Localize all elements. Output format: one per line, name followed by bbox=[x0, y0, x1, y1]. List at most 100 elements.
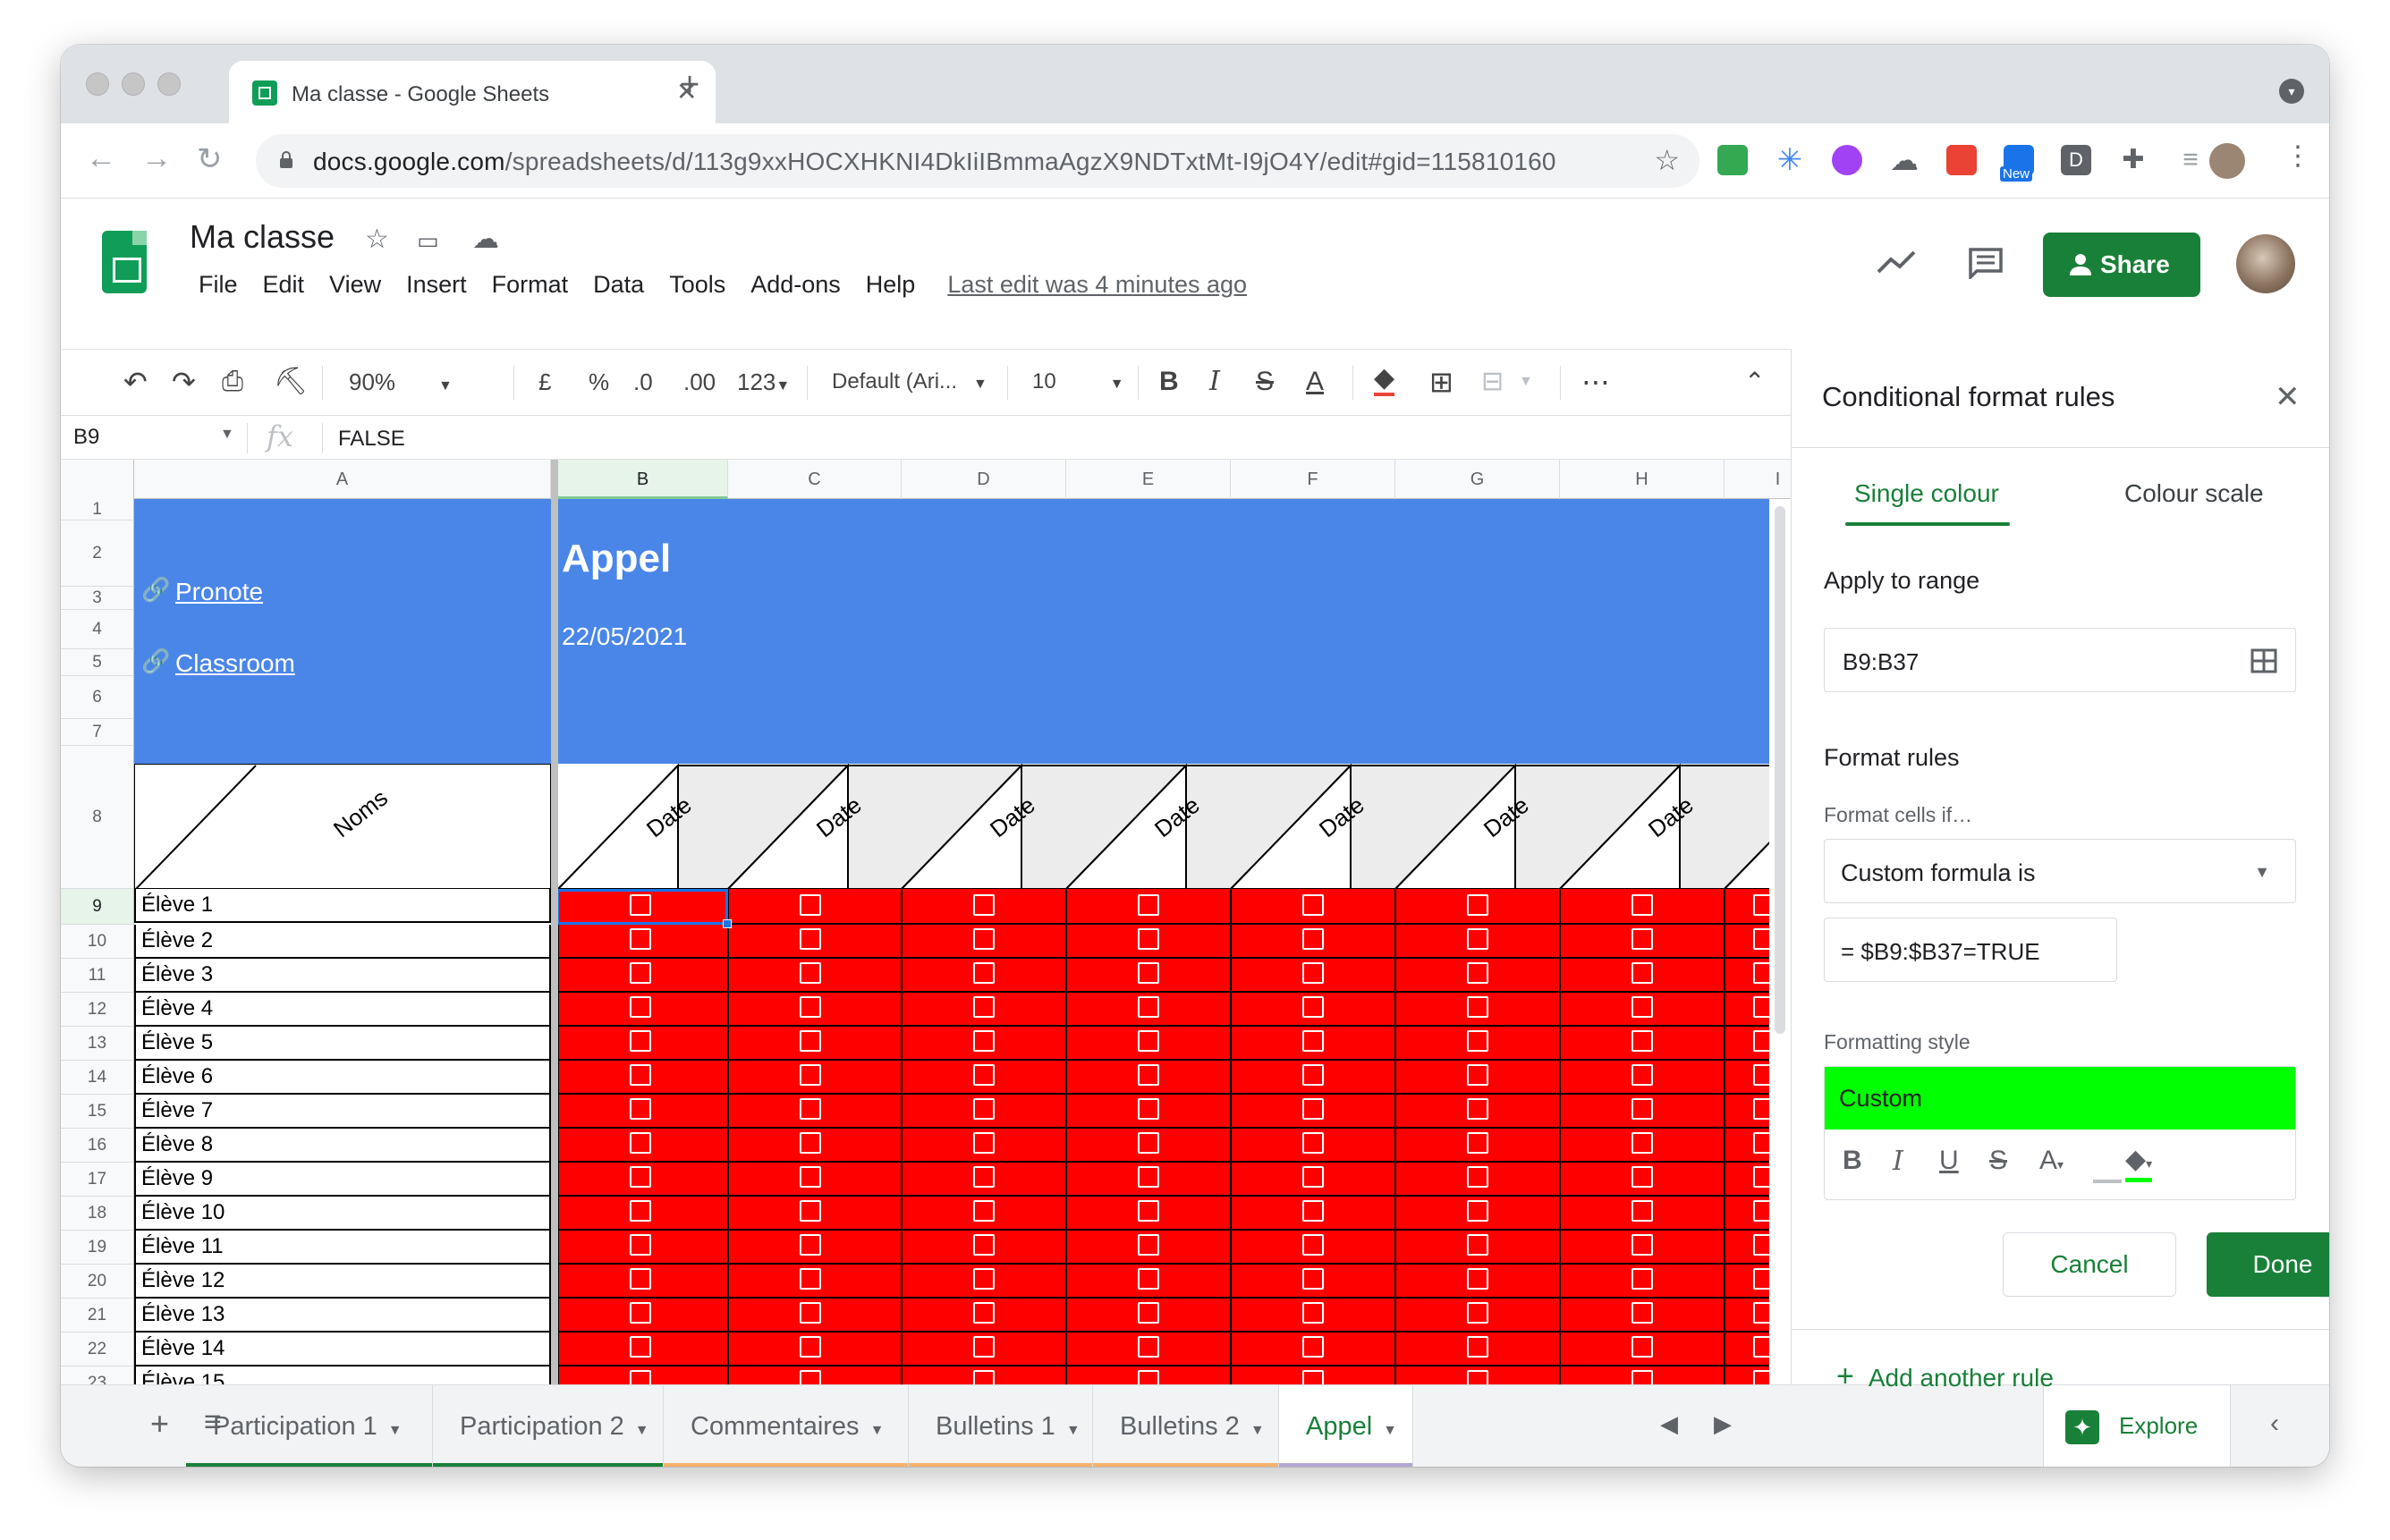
attendance-checkbox[interactable] bbox=[1138, 1064, 1159, 1086]
attendance-checkbox[interactable] bbox=[1467, 1336, 1488, 1358]
style-fill-color-icon[interactable]: ◆▾ bbox=[2125, 1146, 2153, 1182]
row-header[interactable]: 20 bbox=[61, 1265, 134, 1299]
row-header[interactable]: 22 bbox=[61, 1333, 134, 1367]
name-box-dropdown-icon[interactable]: ▼ bbox=[220, 427, 234, 443]
attendance-checkbox[interactable] bbox=[1302, 1098, 1324, 1120]
cancel-button[interactable]: Cancel bbox=[2003, 1232, 2176, 1297]
attendance-checkbox[interactable] bbox=[630, 1336, 651, 1358]
percent-format-button[interactable]: % bbox=[589, 364, 609, 400]
menu-data[interactable]: Data bbox=[581, 267, 657, 302]
attendance-checkbox[interactable] bbox=[1631, 962, 1653, 984]
attendance-range[interactable] bbox=[558, 889, 1791, 1418]
print-icon[interactable]: ⎙ bbox=[222, 364, 243, 400]
name-box[interactable]: B9 bbox=[73, 425, 99, 450]
menu-insert[interactable]: Insert bbox=[394, 267, 479, 302]
row-header[interactable]: 21 bbox=[61, 1299, 134, 1333]
activity-trend-icon[interactable] bbox=[1877, 249, 1918, 275]
column-header[interactable]: C bbox=[728, 460, 902, 499]
row-header[interactable]: 4 bbox=[61, 610, 134, 649]
formula-input[interactable]: FALSE bbox=[338, 427, 405, 452]
range-input[interactable]: B9:B37 bbox=[1824, 628, 2296, 692]
increase-decimal-button[interactable]: .00 bbox=[683, 364, 716, 400]
attendance-checkbox[interactable] bbox=[1467, 1302, 1488, 1324]
vertical-scrollbar-thumb[interactable] bbox=[1775, 506, 1785, 1034]
select-all-corner[interactable] bbox=[61, 460, 134, 499]
font-select[interactable]: Default (Ari... ▼ bbox=[832, 364, 987, 402]
d-extension-icon[interactable]: D bbox=[2061, 145, 2091, 175]
document-title[interactable]: Ma classe bbox=[190, 218, 335, 256]
row-header[interactable]: 10 bbox=[61, 925, 134, 959]
attendance-checkbox[interactable] bbox=[800, 1302, 821, 1324]
borders-icon[interactable]: ⊞ bbox=[1429, 364, 1453, 400]
close-window-button[interactable] bbox=[86, 72, 109, 96]
menu-help[interactable]: Help bbox=[853, 267, 928, 302]
attendance-checkbox[interactable] bbox=[1302, 1166, 1324, 1188]
profile-avatar[interactable] bbox=[2209, 143, 2245, 179]
student-name-cell[interactable]: Élève 4 bbox=[134, 993, 551, 1027]
redo-icon[interactable]: ↷ bbox=[172, 364, 196, 400]
attendance-checkbox[interactable] bbox=[973, 962, 995, 984]
attendance-checkbox[interactable] bbox=[973, 1132, 995, 1154]
attendance-checkbox[interactable] bbox=[1302, 928, 1324, 950]
attendance-checkbox[interactable] bbox=[1302, 1302, 1324, 1324]
attendance-checkbox[interactable] bbox=[630, 1200, 651, 1222]
row-header[interactable]: 3 bbox=[61, 587, 134, 610]
attendance-checkbox[interactable] bbox=[630, 1030, 651, 1052]
fill-handle[interactable] bbox=[723, 919, 732, 928]
attendance-checkbox[interactable] bbox=[1138, 928, 1159, 950]
classroom-extension-icon[interactable] bbox=[1717, 145, 1748, 175]
undo-icon[interactable]: ↶ bbox=[123, 364, 148, 400]
merge-cells-icon[interactable]: ⊟ bbox=[1481, 364, 1504, 400]
attendance-checkbox[interactable] bbox=[1138, 1200, 1159, 1222]
attendance-checkbox[interactable] bbox=[1302, 1064, 1324, 1086]
spreadsheet-grid[interactable]: ABCDEFGHI 🔗 Pronote 🔗 Classroom Appel 22… bbox=[61, 460, 1791, 1418]
attendance-checkbox[interactable] bbox=[973, 1098, 995, 1120]
attendance-checkbox[interactable] bbox=[1302, 1030, 1324, 1052]
pie-extension-icon[interactable] bbox=[1832, 145, 1862, 175]
bookmark-star-icon[interactable]: ☆ bbox=[1654, 143, 1680, 177]
attendance-checkbox[interactable] bbox=[1631, 996, 1653, 1018]
menu-file[interactable]: File bbox=[186, 267, 250, 302]
sheet-tab-dropdown-icon[interactable]: ▼ bbox=[388, 1423, 403, 1438]
attendance-checkbox[interactable] bbox=[1467, 996, 1488, 1018]
attendance-checkbox[interactable] bbox=[800, 996, 821, 1018]
attendance-checkbox[interactable] bbox=[1467, 1200, 1488, 1222]
decrease-decimal-button[interactable]: .0 bbox=[633, 364, 653, 400]
column-header[interactable]: F bbox=[1231, 460, 1395, 499]
reload-icon[interactable]: ↻ bbox=[197, 141, 223, 177]
student-name-cell[interactable]: Élève 11 bbox=[134, 1231, 551, 1265]
attendance-checkbox[interactable] bbox=[973, 1030, 995, 1052]
back-icon[interactable]: ← bbox=[86, 141, 116, 176]
menu-view[interactable]: View bbox=[317, 267, 394, 302]
attendance-checkbox[interactable] bbox=[800, 1030, 821, 1052]
attendance-checkbox[interactable] bbox=[630, 1302, 651, 1324]
attendance-checkbox[interactable] bbox=[800, 1098, 821, 1120]
sheet-tab[interactable]: Appel ▼ bbox=[1279, 1385, 1413, 1467]
row-header[interactable]: 13 bbox=[61, 1027, 134, 1061]
collapse-toolbar-icon[interactable]: ⌃ bbox=[1744, 364, 1765, 400]
attendance-checkbox[interactable] bbox=[1138, 1166, 1159, 1188]
attendance-checkbox[interactable] bbox=[800, 1132, 821, 1154]
sheet-tab-dropdown-icon[interactable]: ▼ bbox=[1383, 1423, 1397, 1438]
attendance-checkbox[interactable] bbox=[630, 928, 651, 950]
sheet-tab[interactable]: Commentaires ▼ bbox=[664, 1385, 909, 1467]
playlist-icon[interactable]: ≡ bbox=[2175, 145, 2206, 175]
user-avatar[interactable] bbox=[2236, 234, 2295, 293]
attendance-checkbox[interactable] bbox=[800, 1200, 821, 1222]
attendance-checkbox[interactable] bbox=[1467, 1098, 1488, 1120]
attendance-checkbox[interactable] bbox=[1467, 1030, 1488, 1052]
done-button[interactable]: Done bbox=[2207, 1232, 2329, 1297]
last-edit-link[interactable]: Last edit was 4 minutes ago bbox=[928, 267, 1247, 302]
column-header[interactable]: E bbox=[1066, 460, 1231, 499]
menu-format[interactable]: Format bbox=[479, 267, 581, 302]
attendance-checkbox[interactable] bbox=[1302, 1132, 1324, 1154]
attendance-checkbox[interactable] bbox=[1138, 1234, 1159, 1256]
attendance-checkbox[interactable] bbox=[800, 1166, 821, 1188]
sheet-tab-dropdown-icon[interactable]: ▼ bbox=[1250, 1423, 1265, 1438]
student-name-cell[interactable]: Élève 13 bbox=[134, 1299, 551, 1333]
sheets-logo-icon[interactable] bbox=[102, 231, 147, 293]
column-header[interactable]: G bbox=[1395, 460, 1560, 499]
row-header[interactable]: 1 bbox=[61, 499, 134, 520]
sheet-tab[interactable]: Bulletins 2 ▼ bbox=[1093, 1385, 1279, 1467]
column-header[interactable]: H bbox=[1560, 460, 1725, 499]
